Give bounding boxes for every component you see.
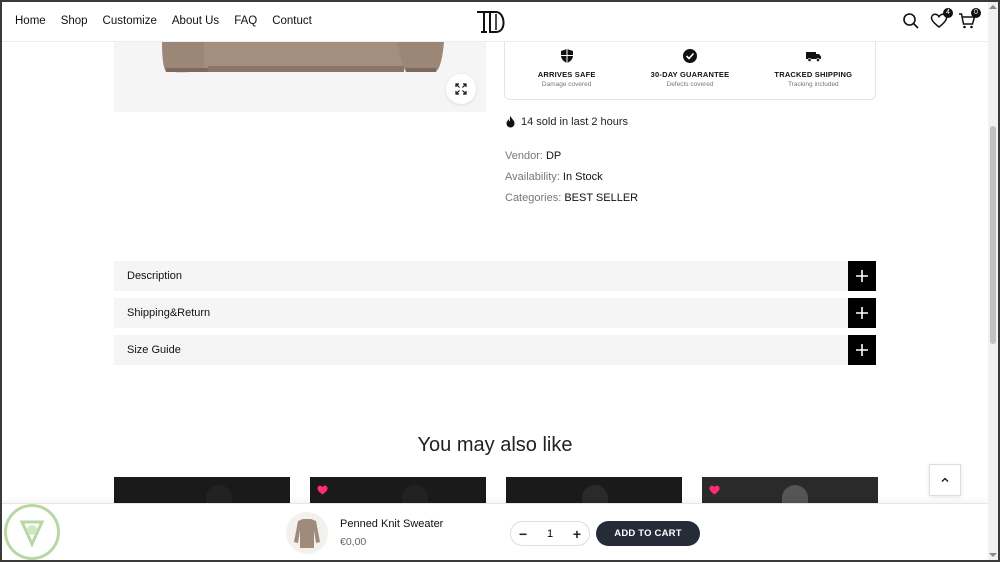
vendor-value[interactable]: DP <box>546 150 561 162</box>
browser-viewport: Home Shop Customize About Us FAQ Contuct… <box>2 2 988 560</box>
trust-title: 30-DAY GUARANTEE <box>650 70 730 79</box>
brand-logo[interactable] <box>474 8 510 36</box>
plus-icon[interactable] <box>848 298 876 328</box>
trust-item-guarantee: 30-DAY GUARANTEE Defects covered <box>628 40 751 99</box>
nav-customize[interactable]: Customize <box>103 15 157 27</box>
sticky-product-price: €0,00 <box>340 536 367 548</box>
scroll-down-arrow[interactable] <box>989 553 997 557</box>
search-icon[interactable] <box>902 12 920 30</box>
site-header: Home Shop Customize About Us FAQ Contuct… <box>2 2 988 42</box>
accordion-shipping-return[interactable]: Shipping&Return <box>114 298 876 328</box>
fire-icon <box>506 116 515 128</box>
increase-quantity-button[interactable]: + <box>573 526 581 542</box>
cart-icon[interactable]: 0 <box>958 8 981 30</box>
product-meta: Vendor: DP Availability: In Stock Catego… <box>505 146 638 209</box>
accordion-label: Description <box>127 270 183 282</box>
plus-icon[interactable] <box>848 261 876 291</box>
expand-icon <box>455 83 467 95</box>
watermark-logo <box>4 504 60 560</box>
trust-item-arrives-safe: ARRIVES SAFE Damage covered <box>505 40 628 99</box>
wishlist-count-badge: 4 <box>943 8 953 18</box>
sold-recently: 14 sold in last 2 hours <box>505 115 628 128</box>
trust-subtitle: Damage covered <box>541 81 592 88</box>
accordion-size-guide[interactable]: Size Guide <box>114 335 876 365</box>
heart-icon[interactable] <box>709 485 720 495</box>
trust-title: ARRIVES SAFE <box>537 70 596 79</box>
check-circle-icon <box>682 49 697 63</box>
product-image[interactable] <box>114 42 486 112</box>
trust-subtitle: Tracking included <box>787 81 839 88</box>
sweater-image <box>162 42 444 73</box>
page-scrollbar[interactable] <box>988 2 998 560</box>
nav-shop[interactable]: Shop <box>61 15 88 27</box>
scrollbar-thumb[interactable] <box>990 126 996 344</box>
nav-contact[interactable]: Contuct <box>272 15 312 27</box>
shield-icon <box>560 49 573 63</box>
trust-subtitle: Defects covered <box>666 81 714 88</box>
wishlist-icon[interactable]: 4 <box>930 8 953 30</box>
categories-label: Categories: <box>505 192 562 204</box>
plus-icon[interactable] <box>848 335 876 365</box>
sold-text: 14 sold in last 2 hours <box>521 115 629 128</box>
sticky-add-to-cart-bar: Penned Knit Sweater €0,00 − + ADD TO CAR… <box>2 503 988 560</box>
zoom-button[interactable] <box>446 74 476 104</box>
categories-row: Categories: BEST SELLER <box>505 188 638 209</box>
add-to-cart-button[interactable]: ADD TO CART <box>596 521 700 546</box>
sticky-product-thumbnail <box>286 512 328 554</box>
nav-about-us[interactable]: About Us <box>172 15 219 27</box>
trust-title: TRACKED SHIPPING <box>774 70 853 79</box>
nav-faq[interactable]: FAQ <box>234 15 257 27</box>
accordion-description[interactable]: Description <box>114 261 876 291</box>
availability-label: Availability: <box>505 171 560 183</box>
main-nav: Home Shop Customize About Us FAQ Contuct <box>15 15 312 27</box>
cart-count-badge: 0 <box>971 8 981 18</box>
also-like-heading: You may also like <box>417 434 573 456</box>
quantity-input[interactable] <box>540 527 560 540</box>
accordion-label: Shipping&Return <box>127 307 211 319</box>
trust-item-tracked-shipping: TRACKED SHIPPING Tracking included <box>752 40 875 99</box>
vendor-row: Vendor: DP <box>505 146 638 167</box>
accordion-label: Size Guide <box>127 344 181 356</box>
header-actions: 4 0 <box>902 8 981 30</box>
sticky-product-name: Penned Knit Sweater <box>340 518 444 530</box>
vendor-label: Vendor: <box>505 150 543 162</box>
scroll-up-arrow[interactable] <box>989 5 997 9</box>
chevron-up-icon <box>941 477 949 482</box>
nav-home[interactable]: Home <box>15 15 46 27</box>
availability-value: In Stock <box>562 171 603 183</box>
quantity-stepper: − + <box>510 521 590 546</box>
heart-icon[interactable] <box>317 485 328 495</box>
availability-row: Availability: In Stock <box>505 167 638 188</box>
trust-badges: ARRIVES SAFE Damage covered 30-DAY GUARA… <box>504 40 876 100</box>
decrease-quantity-button[interactable]: − <box>519 526 527 542</box>
back-to-top-button[interactable] <box>929 464 961 496</box>
truck-icon <box>805 52 821 62</box>
categories-value[interactable]: BEST SELLER <box>564 192 638 204</box>
